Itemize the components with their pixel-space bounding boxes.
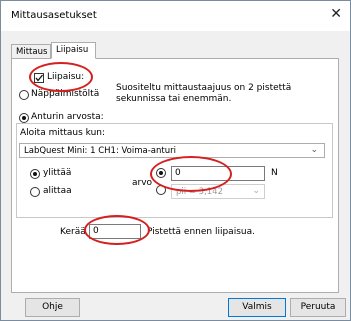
ok-button[interactable]: Valmis xyxy=(228,298,286,317)
checkmark-icon xyxy=(35,74,44,82)
collect-suffix-label: Pistettä ennen liipaisua. xyxy=(147,227,255,237)
pi-radio[interactable] xyxy=(156,185,166,195)
keypress-radio[interactable] xyxy=(19,90,29,100)
unit-label: N xyxy=(271,168,278,178)
chevron-down-icon: ⌄ xyxy=(252,186,260,196)
tab-mittaus[interactable]: Mittaus xyxy=(11,44,51,59)
dialog-window: Mittausasetukset ✕ Mittaus Liipaisu Liip… xyxy=(0,0,351,321)
exceeds-radio[interactable] xyxy=(30,169,40,179)
sensor-select[interactable]: LabQuest Mini: 1 CH1: Voima-anturi ⌄ xyxy=(19,143,325,158)
cancel-button[interactable]: Peruuta xyxy=(290,298,346,317)
title-bar: Mittausasetukset ✕ xyxy=(1,1,350,31)
below-label: alittaa xyxy=(43,186,72,196)
trigger-checkbox[interactable] xyxy=(34,73,44,83)
tab-liipaisu[interactable]: Liipaisu xyxy=(51,42,96,59)
close-icon[interactable]: ✕ xyxy=(330,6,342,22)
sensor-radio[interactable] xyxy=(19,113,29,123)
trigger-checkbox-label: Liipaisu: xyxy=(47,72,85,82)
tab-panel: Liipaisu: Näppäimistöltä Suositeltu mitt… xyxy=(11,58,339,293)
start-group-label: Aloita mittaus kun: xyxy=(20,128,106,138)
value-radio[interactable] xyxy=(156,168,166,178)
keypress-radio-label: Näppäimistöltä xyxy=(31,89,100,99)
pi-select[interactable]: pii = 3,142 ⌄ xyxy=(171,184,265,199)
note-line1: Suositeltu mittaustaajuus on 2 pistettä xyxy=(116,83,292,93)
collect-label: Kerää xyxy=(60,227,86,237)
chevron-down-icon: ⌄ xyxy=(310,145,318,155)
note-line2: sekunnissa tai enemmän. xyxy=(116,94,232,104)
exceeds-label: ylittää xyxy=(43,168,72,178)
sensor-radio-label: Anturin arvosta: xyxy=(31,112,104,122)
value-label: arvo xyxy=(132,178,153,188)
help-button[interactable]: Ohje xyxy=(25,298,80,317)
window-title: Mittausasetukset xyxy=(11,10,97,21)
collect-input[interactable]: 0 xyxy=(89,224,141,239)
pi-select-value: pii = 3,142 xyxy=(176,187,223,197)
sensor-select-value: LabQuest Mini: 1 CH1: Voima-anturi xyxy=(24,146,176,156)
value-input[interactable]: 0 xyxy=(171,166,265,181)
below-radio[interactable] xyxy=(30,187,40,197)
